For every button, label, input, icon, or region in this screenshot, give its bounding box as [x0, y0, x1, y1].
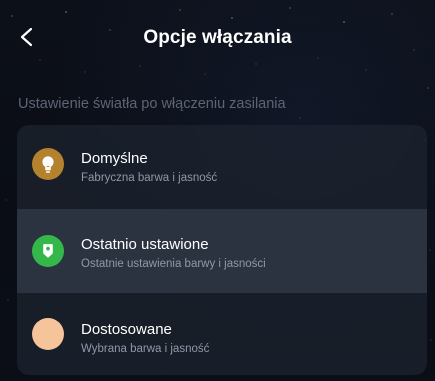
option-last-set-title: Ostatnio ustawione	[81, 236, 209, 253]
option-default-subtitle: Fabryczna barwa i jasność	[81, 172, 218, 184]
option-last-set[interactable]: Ostatnio ustawione Ostatnie ustawienia b…	[17, 209, 427, 293]
option-default-title: Domyślne	[81, 150, 148, 167]
color-swatch-icon	[32, 318, 64, 350]
option-custom-title: Dostosowane	[81, 321, 172, 338]
page-title: Opcje włączania	[143, 27, 292, 48]
bookmark-icon	[32, 235, 64, 267]
options-card: Domyślne Fabryczna barwa i jasność Ostat…	[17, 125, 427, 375]
lightbulb-icon	[32, 148, 64, 180]
option-custom[interactable]: Dostosowane Wybrana barwa i jasność	[17, 293, 427, 375]
power-on-options-screen: Opcje włączania Ustawienie światła po wł…	[0, 0, 435, 381]
app-header: Opcje włączania	[0, 0, 435, 84]
option-last-set-subtitle: Ostatnie ustawienia barwy i jasności	[81, 258, 266, 270]
option-default[interactable]: Domyślne Fabryczna barwa i jasność	[17, 125, 427, 209]
section-label: Ustawienie światła po włączeniu zasilani…	[18, 96, 286, 112]
option-custom-subtitle: Wybrana barwa i jasność	[81, 343, 210, 355]
